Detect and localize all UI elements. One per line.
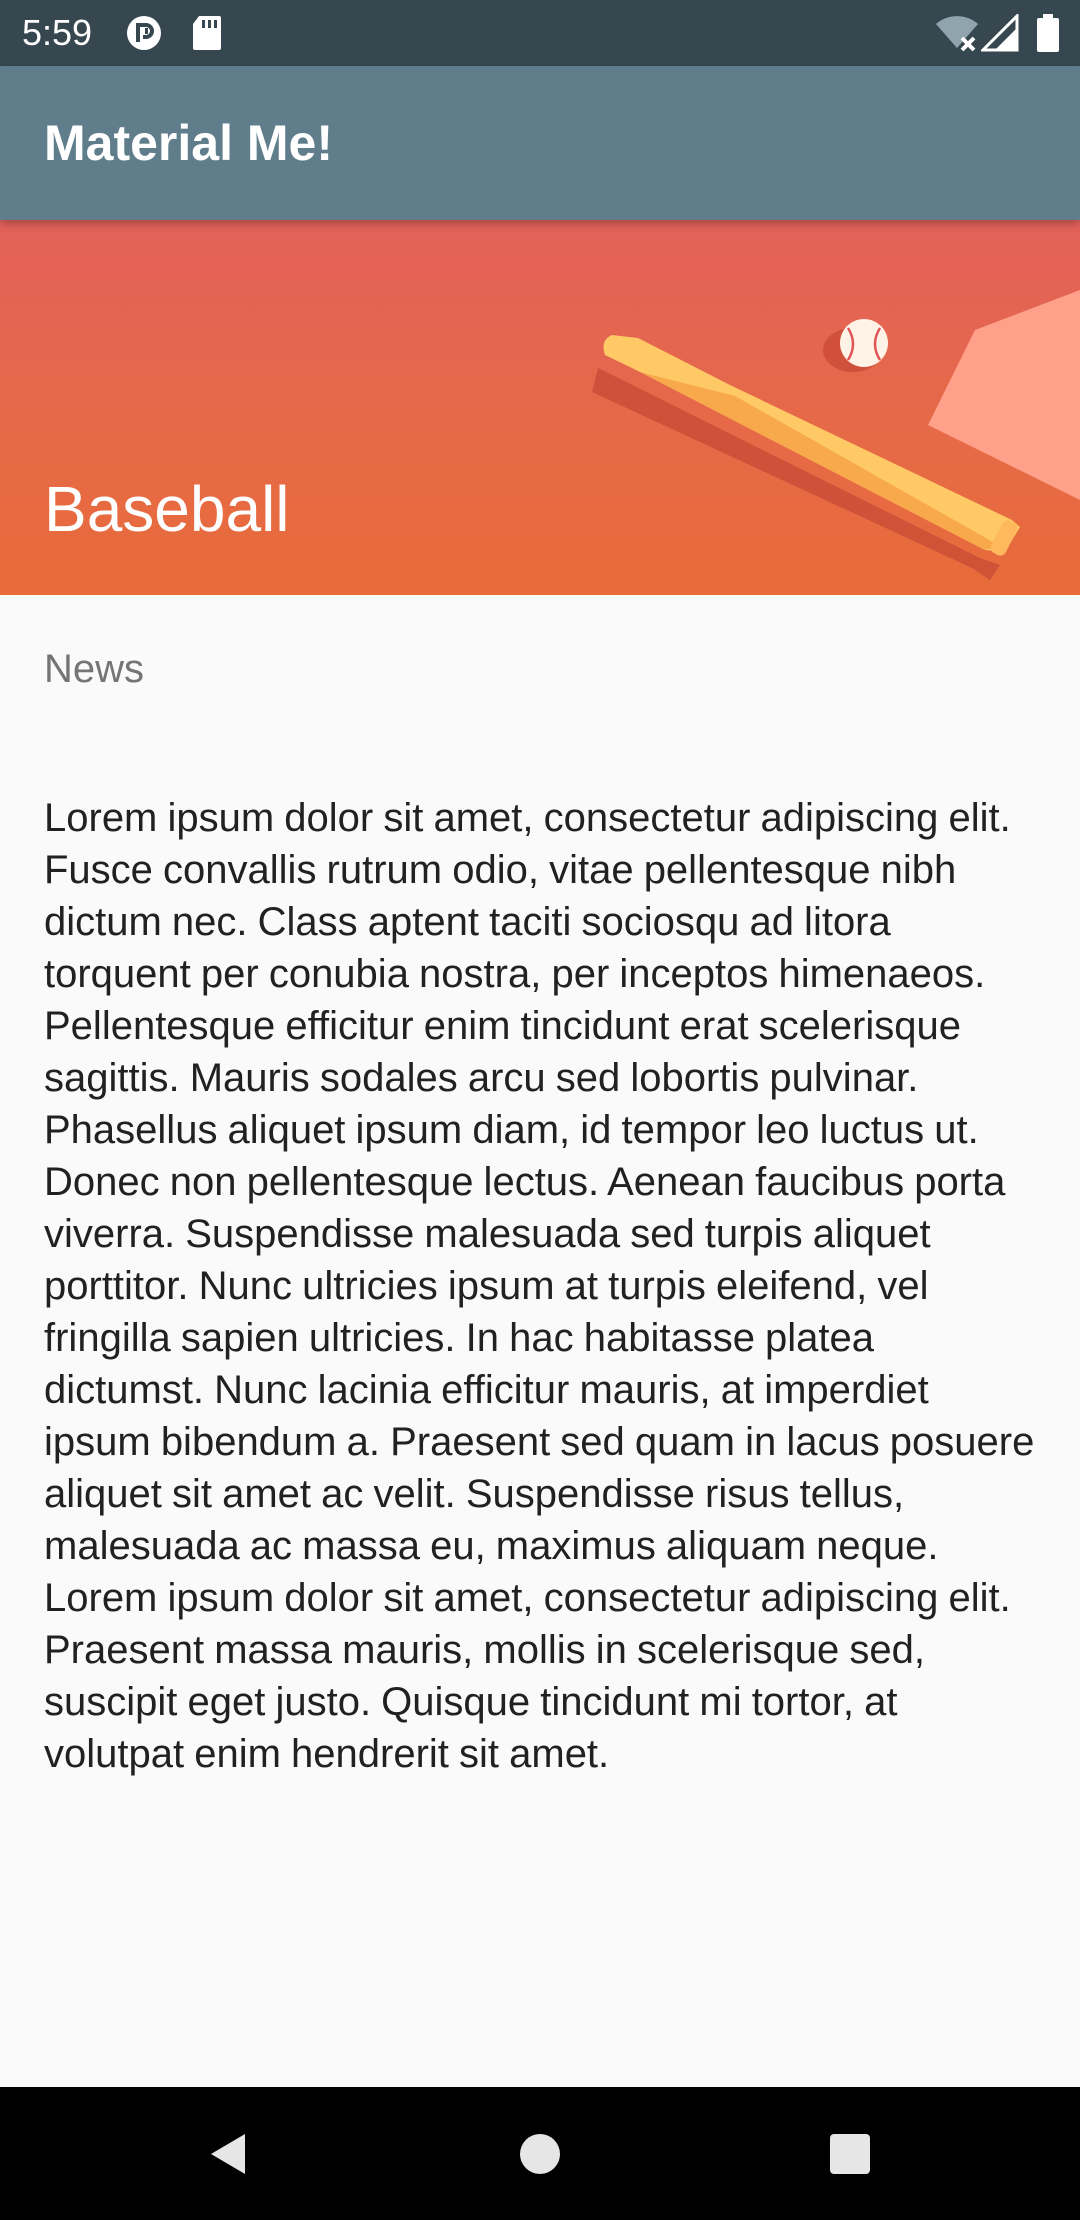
article-subtitle: News [44,647,145,691]
header-title: Baseball [44,473,290,545]
status-time: 5:59 [22,12,93,53]
back-button[interactable] [147,2087,307,2220]
back-icon [211,2133,245,2174]
app-bar: Material Me! [0,66,1080,220]
article-content: News Lorem ipsum dolor sit amet, consect… [0,595,1080,2087]
navigation-bar [0,2087,1080,2220]
recents-button[interactable] [770,2087,930,2220]
home-icon [520,2133,560,2174]
screen: 5:59 Material Me! Baseball News Lorem ip… [0,0,1080,2220]
app-title: Material Me! [44,115,333,171]
header-image: Baseball [0,220,1080,595]
app-notification-icon [125,14,165,52]
battery-icon [1037,14,1059,52]
sd-card-icon [191,14,223,52]
cell-signal-icon [979,12,1019,52]
status-bar: 5:59 [0,0,1080,66]
article-body: Lorem ipsum dolor sit amet, consectetur … [44,796,1035,1776]
recents-icon [830,2133,870,2174]
wifi-off-icon [934,14,980,52]
home-button[interactable] [460,2087,620,2220]
